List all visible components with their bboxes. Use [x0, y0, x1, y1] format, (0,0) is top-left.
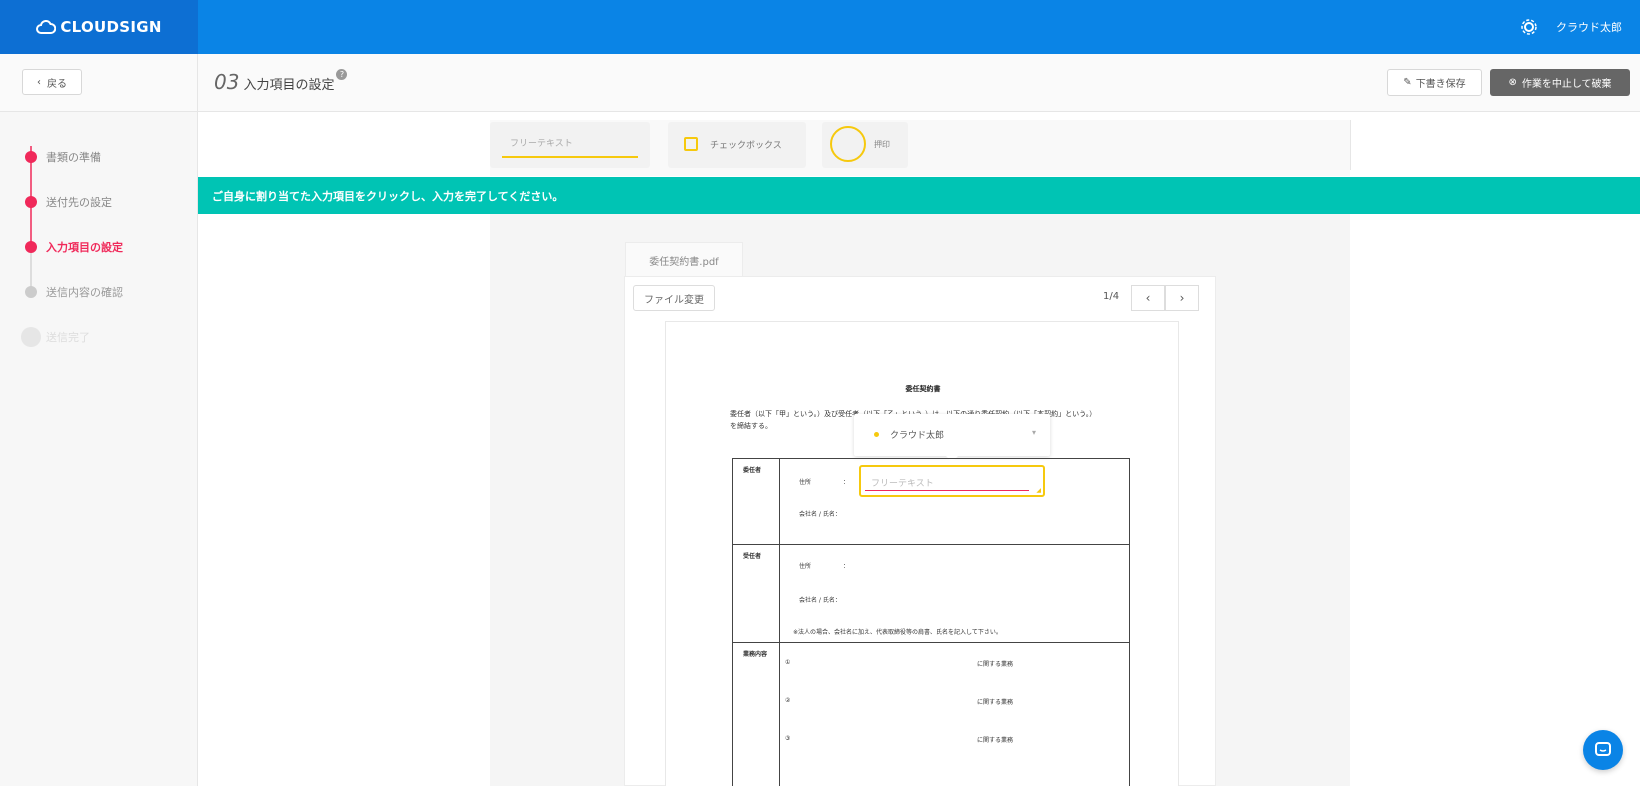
top-header: CLOUDSIGN クラウド太郎: [0, 0, 1640, 54]
document-viewer: ファイル変更 1/4 ‹ › 委任契約書 委任者（以下「甲」という。）及び受任者…: [624, 276, 1216, 786]
duty-number: ②: [785, 697, 791, 704]
free-text-tool[interactable]: フリーテキスト: [490, 122, 650, 168]
chevron-left-icon: ‹: [37, 76, 41, 88]
table-row: 受任者 住所 ： 会社名 / 氏名： ※法人の場合、会社名に加え、代表取締役等の…: [733, 545, 1129, 643]
save-draft-label: 下書き保存: [1415, 79, 1466, 90]
field-underline: [865, 490, 1029, 491]
resize-corner-icon[interactable]: ◢: [1036, 487, 1041, 494]
address-label: 住所: [799, 479, 812, 486]
page-title: 03 入力項目の設定 ?: [214, 69, 348, 94]
step-label: 入力項目の設定: [46, 240, 123, 254]
document-area: 委任契約書.pdf ファイル変更 1/4 ‹ › 委任契約書 委任者（以下「甲」…: [490, 214, 1350, 786]
duty-text: に関する業務: [977, 737, 1014, 744]
checkbox-tool[interactable]: チェックボックス: [668, 122, 806, 168]
step-list: 書類の準備 送付先の設定 入力項目の設定 送信内容の確認 送信完了: [21, 134, 123, 359]
stamp-circle-icon: [830, 126, 866, 162]
back-button[interactable]: ‹ 戻る: [22, 69, 82, 95]
chat-icon: [1595, 742, 1611, 756]
name-label: 会社名 / 氏名：: [799, 597, 841, 604]
page-indicator: 1/4: [1103, 291, 1120, 302]
step-dot: [25, 285, 37, 298]
close-circle-icon: ⊗: [1508, 77, 1517, 88]
instruction-banner: ご自身に割り当てた入力項目をクリックし、入力を完了してください。: [198, 177, 1640, 214]
free-text-tool-label: フリーテキスト: [510, 139, 573, 149]
gear-icon[interactable]: [1520, 18, 1538, 36]
step-sidebar: 書類の準備 送付先の設定 入力項目の設定 送信内容の確認 送信完了: [0, 112, 198, 786]
name-label: 会社名 / 氏名：: [799, 511, 841, 518]
user-name[interactable]: クラウド太郎: [1556, 19, 1622, 35]
step-label: 送信内容の確認: [46, 285, 123, 299]
banner-message: ご自身に割り当てた入力項目をクリックし、入力を完了してください。: [212, 189, 564, 203]
sub-header: ‹ 戻る 03 入力項目の設定 ? ✎ 下書き保存 ⊗ 作業を中止して破棄: [0, 54, 1640, 112]
sub-header-left: ‹ 戻る: [0, 54, 198, 112]
discard-label: 作業を中止して破棄: [1521, 79, 1612, 90]
address-colon: ：: [843, 563, 850, 570]
assignee-select[interactable]: クラウド太郎 ▾: [854, 414, 1050, 462]
free-text-underline: [502, 156, 638, 158]
duty-number: ①: [785, 659, 791, 666]
corporate-note: ※法人の場合、会社名に加え、代表取締役等の肩書、氏名を記入して下さい。: [793, 629, 1002, 636]
step-dot: [25, 240, 37, 253]
step-item-recipients[interactable]: 送付先の設定: [22, 179, 123, 224]
checkbox-tool-label: チェックボックス: [710, 141, 782, 151]
duty-number: ③: [785, 735, 791, 742]
chevron-left-icon: ‹: [1145, 291, 1151, 305]
change-file-label: ファイル変更: [644, 294, 704, 306]
assignee-name: クラウド太郎: [890, 431, 945, 441]
step-item-confirm: 送信内容の確認: [22, 269, 123, 314]
prev-page-button[interactable]: ‹: [1131, 285, 1165, 311]
table-row: 委任者 住所 ： フリーテキスト ◢ 会社名 / 氏名：: [733, 459, 1129, 545]
table-row: 業務内容 ① に関する業務 ② に関する業務 ③ に関する業務: [733, 643, 1129, 786]
assignee-dot-icon: [874, 432, 879, 437]
step-item-document-prep[interactable]: 書類の準備: [22, 134, 123, 179]
duty-text: に関する業務: [977, 661, 1014, 668]
step-label: 送付先の設定: [46, 195, 112, 209]
file-tab-label: 委任契約書.pdf: [649, 257, 719, 268]
checkbox-icon: [684, 137, 698, 151]
chevron-down-icon: ▾: [1031, 428, 1036, 437]
row-label-principal: 委任者: [743, 467, 762, 474]
document-page: 委任契約書 委任者（以下「甲」という。）及び受任者（以下「乙」という。）は、以下…: [665, 321, 1179, 786]
discard-button[interactable]: ⊗ 作業を中止して破棄: [1490, 69, 1630, 96]
back-button-label: 戻る: [47, 78, 67, 90]
row-label-duties: 業務内容: [743, 651, 768, 658]
help-icon[interactable]: ?: [336, 69, 348, 80]
step-dot: [21, 326, 41, 347]
row-label-agent: 受任者: [743, 553, 762, 560]
duty-text: に関する業務: [977, 699, 1014, 706]
chat-support-button[interactable]: [1583, 730, 1623, 770]
brand-logo[interactable]: CLOUDSIGN: [0, 0, 198, 54]
edit-icon: ✎: [1403, 77, 1412, 88]
change-file-button[interactable]: ファイル変更: [633, 285, 715, 311]
free-text-field[interactable]: フリーテキスト ◢: [859, 465, 1045, 497]
stamp-tool-label: 押印: [874, 140, 890, 149]
file-tab[interactable]: 委任契約書.pdf: [625, 242, 743, 278]
step-item-input-fields[interactable]: 入力項目の設定: [22, 224, 123, 269]
free-text-field-placeholder: フリーテキスト: [871, 479, 934, 489]
step-label: 送信完了: [46, 330, 90, 344]
divider: [1350, 120, 1351, 170]
step-dot: [25, 150, 37, 163]
stamp-tool[interactable]: 押印: [822, 122, 908, 168]
step-item-complete: 送信完了: [21, 314, 123, 359]
field-toolbox: フリーテキスト チェックボックス 押印: [490, 120, 1350, 176]
address-label: 住所: [799, 563, 812, 570]
save-draft-button[interactable]: ✎ 下書き保存: [1387, 69, 1482, 96]
address-colon: ：: [843, 479, 850, 486]
step-title: 入力項目の設定: [243, 78, 335, 93]
chevron-right-icon: ›: [1179, 291, 1185, 305]
contract-table: 委任者 住所 ： フリーテキスト ◢ 会社名 / 氏名： 受任者 住所 ： 会社…: [732, 458, 1130, 786]
document-title: 委任契約書: [905, 385, 941, 393]
next-page-button[interactable]: ›: [1165, 285, 1199, 311]
user-menu[interactable]: クラウド太郎: [1520, 0, 1622, 54]
brand-name: CLOUDSIGN: [60, 18, 162, 36]
step-dot: [25, 195, 37, 208]
main-content: フリーテキスト チェックボックス 押印 ご自身に割り当てた入力項目をクリックし、…: [198, 112, 1640, 786]
cloud-icon: [36, 20, 57, 34]
step-label: 書類の準備: [46, 150, 101, 164]
step-number: 03: [214, 70, 240, 94]
